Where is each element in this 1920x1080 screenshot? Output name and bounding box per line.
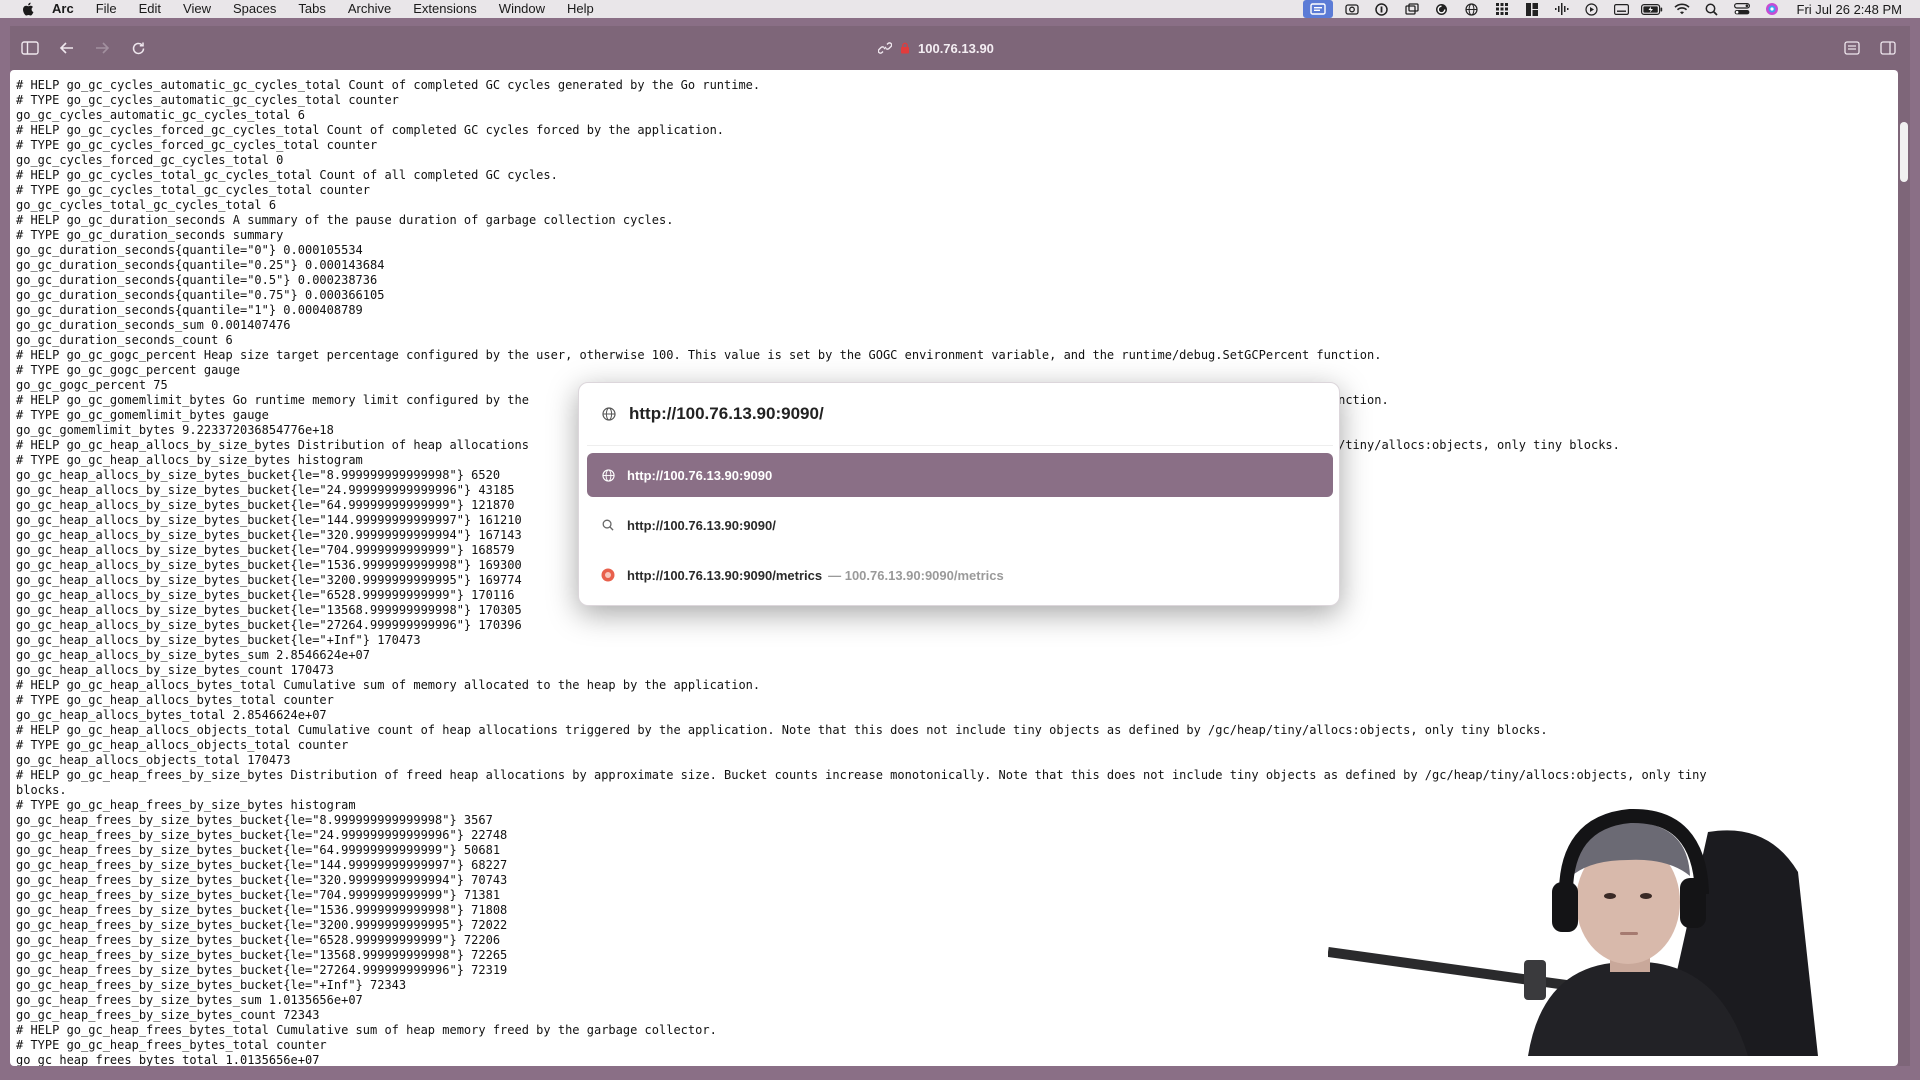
command-bar: http://100.76.13.90:9090 http://100.76.1…: [578, 382, 1340, 606]
menu-item-tabs[interactable]: Tabs: [298, 0, 325, 18]
metrics-line: go_gc_cycles_forced_gc_cycles_total 0: [16, 153, 284, 167]
menu-item-archive[interactable]: Archive: [348, 0, 391, 18]
divider: [587, 445, 1333, 446]
command-bar-input-row: [579, 383, 1341, 445]
metrics-line: # TYPE go_gc_cycles_forced_gc_cycles_tot…: [16, 138, 378, 152]
suggestion-subtext: — 100.76.13.90:9090/metrics: [828, 567, 1004, 583]
suggestion-text: http://100.76.13.90:9090/metrics: [627, 567, 823, 583]
menu-bar: Arc File Edit View Spaces Tabs Archive E…: [0, 0, 1920, 18]
metrics-line: go_gc_duration_seconds_sum 0.001407476: [16, 318, 291, 332]
password-icon[interactable]: [1371, 0, 1393, 18]
metrics-line: # HELP go_gc_cycles_automatic_gc_cycles_…: [16, 78, 761, 92]
menu-item-extensions[interactable]: Extensions: [413, 0, 477, 18]
metrics-line: go_gc_duration_seconds{quantile="0.25"} …: [16, 258, 385, 272]
reader-mode-icon[interactable]: [1840, 36, 1864, 60]
metrics-line: go_gc_heap_allocs_objects_total 170473: [16, 753, 291, 767]
back-arrow-icon[interactable]: [55, 36, 79, 60]
sidebar-toggle-icon[interactable]: [18, 36, 42, 60]
metrics-line: go_gc_cycles_automatic_gc_cycles_total 6: [16, 108, 305, 122]
suggestion-item[interactable]: http://100.76.13.90:9090/: [587, 503, 1333, 547]
spotlight-search-icon[interactable]: [1701, 0, 1723, 18]
menu-item-arc[interactable]: Arc: [52, 0, 74, 18]
metrics-line: # TYPE go_gc_gogc_percent gauge: [16, 363, 240, 377]
suggestion-item[interactable]: http://100.76.13.90:9090: [587, 453, 1333, 497]
scrollbar-thumb[interactable]: [1900, 122, 1908, 182]
window-icon[interactable]: [1401, 0, 1423, 18]
scrollbar[interactable]: [1898, 70, 1910, 1066]
menu-item-window[interactable]: Window: [499, 0, 545, 18]
metrics-line: go_gc_heap_allocs_by_size_bytes_sum 2.85…: [16, 648, 371, 662]
menu-item-view[interactable]: View: [183, 0, 211, 18]
reload-icon[interactable]: [126, 36, 150, 60]
metrics-line: go_gc_heap_allocs_bytes_total 2.8546624e…: [16, 708, 327, 722]
metrics-line: # TYPE go_gc_cycles_automatic_gc_cycles_…: [16, 93, 399, 107]
metrics-line: # HELP go_gc_heap_frees_by_size_bytes Di…: [16, 768, 1707, 782]
metrics-line: # HELP go_gc_cycles_forced_gc_cycles_tot…: [16, 123, 725, 137]
apple-icon[interactable]: [20, 2, 34, 16]
webcam-overlay: [1328, 792, 1870, 1056]
menu-item-edit[interactable]: Edit: [139, 0, 161, 18]
metrics-line: # HELP go_gc_heap_allocs_bytes_total Cum…: [16, 678, 761, 692]
metrics-line: go_gc_duration_seconds{quantile="0.5"} 0…: [16, 273, 378, 287]
metrics-line: go_gc_cycles_total_gc_cycles_total 6: [16, 198, 277, 212]
metrics-line: go_gc_duration_seconds{quantile="1"} 0.0…: [16, 303, 363, 317]
metrics-line: # HELP go_gc_cycles_total_gc_cycles_tota…: [16, 168, 558, 182]
keyboard-icon[interactable]: [1611, 0, 1633, 18]
metrics-line: # TYPE go_gc_duration_seconds summary: [16, 228, 284, 242]
address-text[interactable]: 100.76.13.90: [918, 41, 994, 56]
metrics-line: go_gc_heap_allocs_by_size_bytes_bucket{l…: [16, 618, 522, 632]
metrics-line: go_gc_duration_seconds{quantile="0.75"} …: [16, 288, 385, 302]
metrics-line: # HELP go_gc_gogc_percent Heap size targ…: [16, 348, 1382, 362]
metrics-line: # TYPE go_gc_cycles_total_gc_cycles_tota…: [16, 183, 371, 197]
audio-icon[interactable]: [1551, 0, 1573, 18]
suggestion-text: http://100.76.13.90:9090/: [627, 517, 776, 533]
address-chip[interactable]: 100.76.13.90: [878, 38, 994, 58]
metrics-line: # HELP go_gc_heap_allocs_objects_total C…: [16, 723, 1548, 737]
split-view-icon[interactable]: [1876, 36, 1900, 60]
metrics-line: go_gc_heap_allocs_by_size_bytes_count 17…: [16, 663, 334, 677]
screen-share-icon[interactable]: [1302, 0, 1333, 18]
webcam-person-image: [1328, 808, 1818, 1056]
globe-icon[interactable]: [1461, 0, 1483, 18]
menu-bar-clock[interactable]: Fri Jul 26 2:48 PM: [1797, 2, 1903, 17]
globe-icon: [601, 468, 615, 482]
metrics-line: # TYPE go_gc_heap_allocs_bytes_total cou…: [16, 693, 334, 707]
siri-icon[interactable]: [1761, 0, 1783, 18]
play-icon[interactable]: [1581, 0, 1603, 18]
metrics-line: # HELP go_gc_duration_seconds A summary …: [16, 213, 674, 227]
suggestion-item[interactable]: http://100.76.13.90:9090/metrics — 100.7…: [587, 553, 1333, 597]
metrics-line: go_gc_duration_seconds{quantile="0"} 0.0…: [16, 243, 363, 257]
wifi-icon[interactable]: [1671, 0, 1693, 18]
link-icon[interactable]: [878, 41, 892, 55]
layout-icon[interactable]: [1521, 0, 1543, 18]
command-bar-input[interactable]: [629, 404, 1249, 424]
metrics-line: go_gc_duration_seconds_count 6: [16, 333, 233, 347]
control-center-icon[interactable]: [1731, 0, 1753, 18]
menu-item-file[interactable]: File: [96, 0, 117, 18]
suggestion-text: http://100.76.13.90:9090: [627, 467, 773, 483]
metrics-line: go_gc_heap_allocs_by_size_bytes_bucket{l…: [16, 633, 421, 647]
grid-icon[interactable]: [1491, 0, 1513, 18]
globe-icon: [601, 406, 617, 422]
site-favicon-icon: [898, 41, 912, 55]
battery-icon[interactable]: [1640, 0, 1663, 18]
sync-icon[interactable]: [1431, 0, 1453, 18]
metrics-line: # TYPE go_gc_heap_allocs_objects_total c…: [16, 738, 349, 752]
favicon-icon: [601, 568, 615, 582]
status-area: Fri Jul 26 2:48 PM: [1295, 0, 1920, 18]
browser-toolbar: 100.76.13.90: [10, 26, 1910, 70]
menu-item-spaces[interactable]: Spaces: [233, 0, 276, 18]
search-icon: [601, 518, 615, 532]
forward-arrow-icon[interactable]: [90, 36, 114, 60]
menu-item-help[interactable]: Help: [567, 0, 594, 18]
camera-icon[interactable]: [1341, 0, 1363, 18]
